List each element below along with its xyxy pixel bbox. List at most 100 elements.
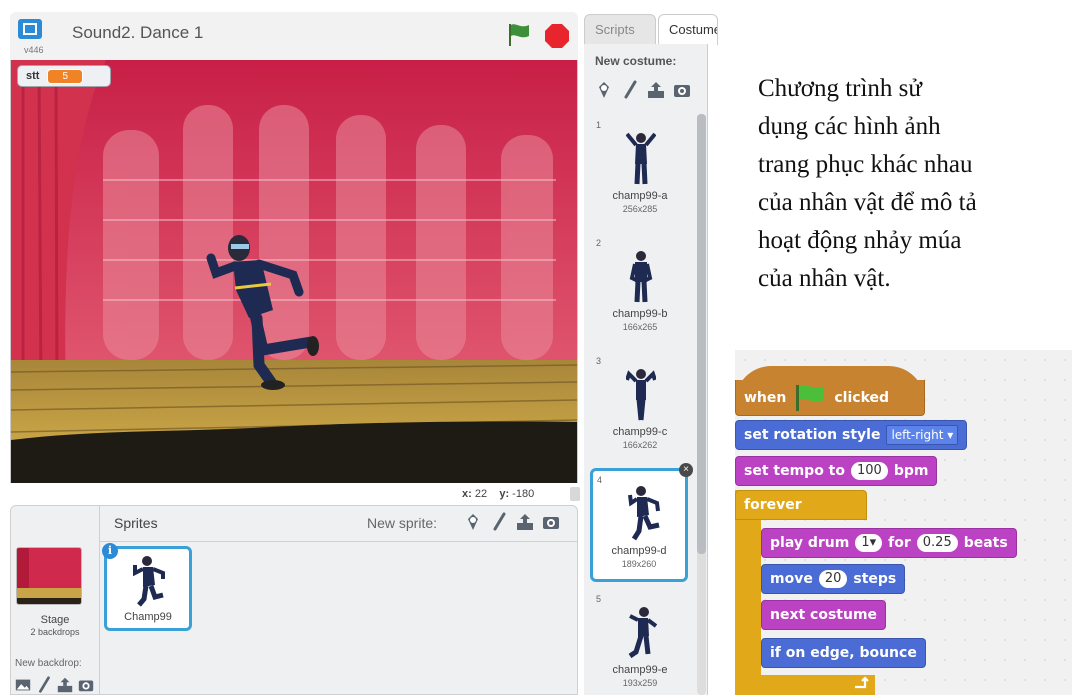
move-steps-block[interactable]: move 20 steps: [761, 564, 906, 594]
beats-input[interactable]: 0.25: [916, 534, 958, 552]
sprite-tile-champ99[interactable]: i Champ99: [102, 543, 192, 631]
block-label: set tempo to: [744, 463, 845, 479]
monitor-value: 5: [47, 68, 84, 84]
costume-name: champ99-d: [611, 545, 667, 557]
stop-icon[interactable]: [544, 23, 570, 49]
stage-thumbnail[interactable]: [16, 547, 82, 605]
fullscreen-icon[interactable]: [17, 18, 43, 40]
description-line: của nhân vật để mô tả: [758, 189, 977, 216]
dropdown-value: left-right: [891, 428, 944, 442]
block-label: next costume: [770, 607, 878, 623]
sprites-heading: Sprites: [114, 515, 158, 531]
costume-name: champ99-c: [612, 426, 668, 438]
block-label: play drum: [770, 535, 850, 551]
new-backdrop-toolbar: [14, 676, 95, 694]
variable-monitor[interactable]: stt 5: [17, 65, 111, 87]
sprite-pane: Sprites New sprite: Stage 2 backdrops Ne…: [10, 505, 578, 695]
drum-value: 1: [861, 535, 870, 550]
costume-size: 256x285: [622, 204, 658, 214]
delete-icon[interactable]: ×: [679, 463, 693, 477]
description-line: hoạt động nhảy múa: [758, 227, 962, 254]
new-costume-toolbar: [594, 80, 692, 100]
new-sprite-label: New sprite:: [367, 515, 438, 531]
sprite-library-icon[interactable]: [463, 512, 483, 532]
block-label: when: [744, 389, 787, 406]
loop-arrow-icon: [855, 676, 869, 689]
stage-canvas[interactable]: stt 5: [10, 60, 578, 483]
divider: [99, 506, 100, 695]
backdrops-count: 2 backdrops: [30, 627, 80, 637]
project-title[interactable]: Sound2. Dance 1: [72, 23, 203, 43]
next-costume-block[interactable]: next costume: [761, 600, 887, 630]
bounce-block[interactable]: if on edge, bounce: [761, 638, 926, 668]
new-sprite-toolbar: [463, 512, 561, 532]
costume-item-selected[interactable]: 4 × champ99-d 189x260: [590, 463, 693, 582]
backdrop-library-icon[interactable]: [14, 676, 32, 694]
sprite-name: Champ99: [124, 611, 172, 623]
costume-scrollbar[interactable]: [697, 114, 706, 695]
rotation-style-dropdown[interactable]: left-right ▾: [886, 425, 959, 445]
costume-item[interactable]: 1 champ99-a 256x285: [592, 116, 688, 226]
description-text: Chương trình sử dụng các hình ảnh trang …: [758, 70, 1058, 298]
stage-header: v446 Sound2. Dance 1: [10, 12, 578, 60]
scripts-area: when clicked set rotation style left-rig…: [735, 350, 1072, 695]
costume-size: 166x265: [622, 322, 658, 332]
stage-backdrop: [11, 60, 577, 483]
version-label: v446: [24, 45, 44, 55]
block-label: clicked: [834, 389, 890, 406]
block-label: steps: [853, 571, 897, 587]
y-value: -180: [512, 488, 535, 500]
costume-size: 193x259: [622, 678, 658, 688]
paint-icon[interactable]: [489, 512, 509, 532]
tempo-input[interactable]: 100: [851, 462, 888, 480]
costume-item[interactable]: 5 champ99-e 193x259: [592, 590, 688, 695]
when-flag-clicked-block[interactable]: when clicked: [735, 380, 925, 416]
green-flag-icon[interactable]: [506, 22, 532, 48]
costume-item[interactable]: 2 champ99-b 166x265: [592, 234, 688, 344]
costume-name: champ99-b: [612, 308, 668, 320]
costume-library-icon[interactable]: [594, 80, 614, 100]
drum-input[interactable]: 1▾: [855, 534, 883, 552]
costume-list-pane: New costume: 1 champ99-a 256x285 2 champ…: [584, 44, 708, 695]
set-rotation-style-block[interactable]: set rotation style left-right ▾: [735, 420, 968, 450]
forever-block[interactable]: forever: [735, 490, 867, 520]
costume-number: 5: [596, 594, 602, 604]
description-line: của nhân vật.: [758, 265, 891, 292]
upload-icon[interactable]: [646, 80, 666, 100]
x-value: 22: [474, 488, 488, 500]
costume-number: 1: [596, 120, 602, 130]
new-costume-label: New costume:: [595, 54, 677, 68]
description-line: trang phục khác nhau: [758, 151, 973, 178]
upload-icon[interactable]: [56, 676, 74, 694]
block-label: set rotation style: [744, 427, 881, 443]
steps-input[interactable]: 20: [818, 570, 848, 588]
block-label: beats: [963, 535, 1008, 551]
paint-icon[interactable]: [35, 676, 53, 694]
costume-number: 4: [597, 475, 603, 485]
costume-item[interactable]: 3 champ99-c 166x262: [592, 352, 688, 462]
camera-icon[interactable]: [541, 512, 561, 532]
block-label: move: [770, 571, 813, 587]
paint-icon[interactable]: [620, 80, 640, 100]
tab-scripts[interactable]: Scripts: [584, 14, 656, 45]
mouse-coordinates: x: 22 y: -180: [462, 488, 534, 500]
play-drum-block[interactable]: play drum 1▾ for 0.25 beats: [761, 528, 1017, 558]
scrollbar-thumb[interactable]: [697, 114, 706, 554]
costume-size: 189x260: [621, 559, 657, 569]
collapse-stage-handle[interactable]: [570, 487, 580, 501]
set-tempo-block[interactable]: set tempo to 100 bpm: [735, 456, 938, 486]
costume-thumbnail: [626, 132, 656, 185]
block-label: forever: [744, 497, 802, 513]
costume-name: champ99-a: [612, 190, 668, 202]
stage-label: Stage: [40, 614, 70, 626]
tab-costumes[interactable]: Costumes: [658, 14, 718, 45]
description-line: dụng các hình ảnh: [758, 113, 941, 140]
info-icon[interactable]: i: [102, 543, 118, 559]
camera-icon[interactable]: [672, 80, 692, 100]
block-label: bpm: [893, 463, 929, 479]
editor-tabs: Scripts Costumes: [584, 12, 718, 45]
upload-icon[interactable]: [515, 512, 535, 532]
costume-thumbnail: [628, 607, 658, 659]
camera-icon[interactable]: [77, 676, 95, 694]
monitor-label: stt: [26, 70, 40, 82]
